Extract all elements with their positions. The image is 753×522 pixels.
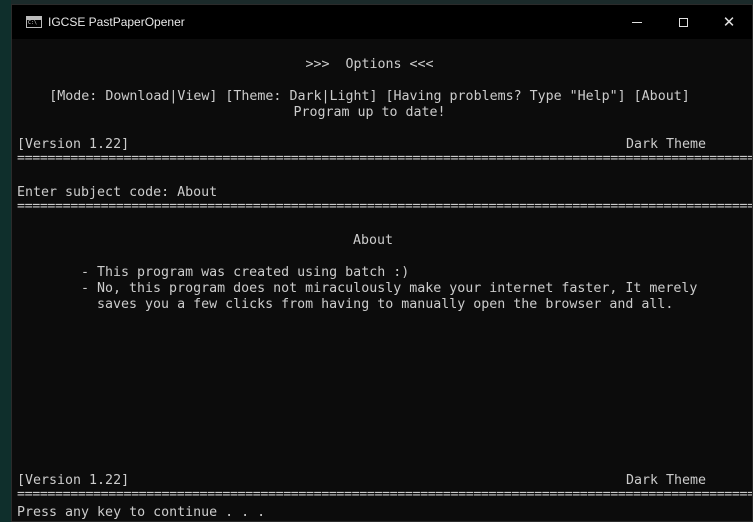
console-window: IGCSE PastPaperOpener ✕ >>> Options <<< … xyxy=(11,4,753,522)
continue-prompt: Press any key to continue . . . xyxy=(17,505,266,520)
maximize-button[interactable] xyxy=(660,5,706,39)
desktop-background-strip xyxy=(0,0,11,522)
about-item: - No, this program does not miraculously… xyxy=(81,281,698,296)
console-app-icon[interactable] xyxy=(26,16,42,28)
separator-line: ========================================… xyxy=(17,151,753,166)
about-item: - This program was created using batch :… xyxy=(81,265,410,280)
close-icon: ✕ xyxy=(722,12,736,31)
title-bar[interactable]: IGCSE PastPaperOpener ✕ xyxy=(12,5,752,39)
options-line: [Mode: Download|View] [Theme: Dark|Light… xyxy=(49,89,690,104)
window-controls: ✕ xyxy=(614,5,752,39)
about-heading: About xyxy=(353,233,394,248)
console-output[interactable]: >>> Options <<< [Mode: Download|View] [T… xyxy=(17,55,752,521)
options-heading: >>> Options <<< xyxy=(305,57,434,72)
separator-line: ========================================… xyxy=(17,199,753,214)
update-status: Program up to date! xyxy=(293,105,446,120)
maximize-icon xyxy=(678,17,688,27)
window-title: IGCSE PastPaperOpener xyxy=(48,15,185,29)
about-item-continuation: saves you a few clicks from having to ma… xyxy=(81,297,674,312)
minimize-icon xyxy=(632,21,642,23)
minimize-button[interactable] xyxy=(614,5,660,39)
close-button[interactable]: ✕ xyxy=(706,5,752,39)
separator-line: ========================================… xyxy=(17,487,753,502)
